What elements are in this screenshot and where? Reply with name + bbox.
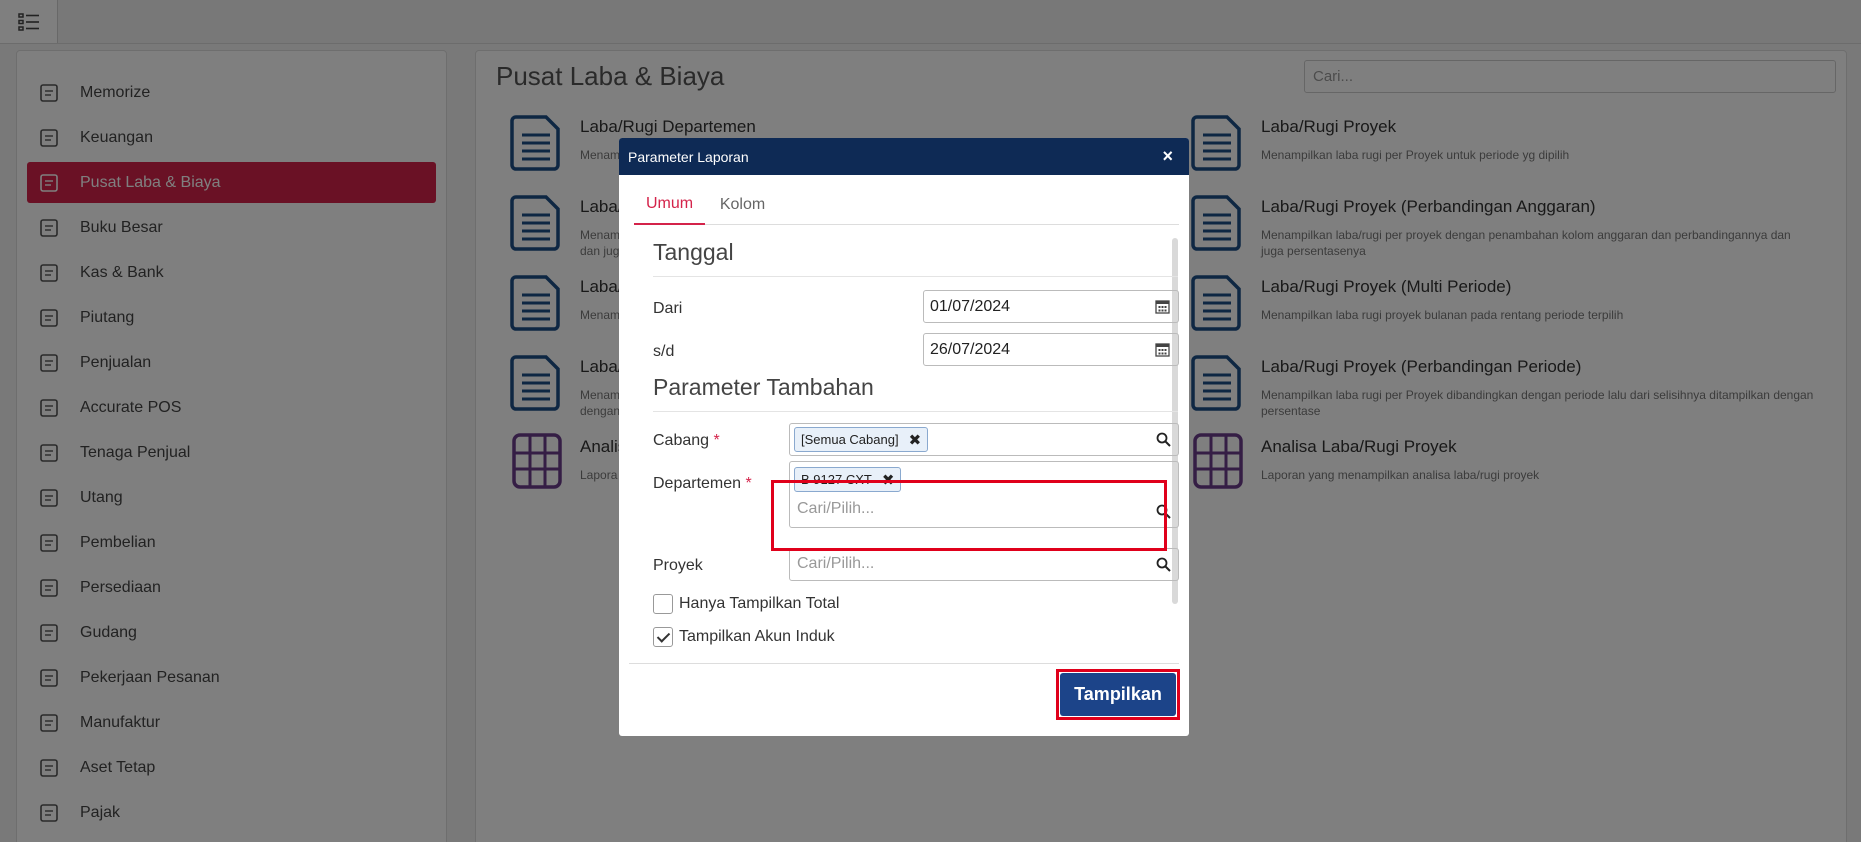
label-departemen-text: Departemen xyxy=(653,475,742,492)
divider xyxy=(653,276,1178,277)
required-mark: * xyxy=(745,475,752,492)
tampilkan-akun-induk-label: Tampilkan Akun Induk xyxy=(679,628,835,645)
date-from-value: 01/07/2024 xyxy=(930,297,1011,315)
label-dari: Dari xyxy=(653,300,683,317)
hanya-tampilkan-total-checkbox[interactable] xyxy=(653,594,673,614)
departemen-highlight xyxy=(771,480,1167,551)
search-icon[interactable] xyxy=(1156,557,1171,572)
proyek-select[interactable]: Cari/Pilih... xyxy=(789,548,1179,581)
label-sd: s/d xyxy=(653,343,675,360)
cabang-tag: [Semua Cabang] ✖ xyxy=(794,427,929,452)
dialog-title: Parameter Laporan xyxy=(628,148,749,165)
section-title-tanggal: Tanggal xyxy=(653,239,734,265)
proyek-search-placeholder[interactable]: Cari/Pilih... xyxy=(797,555,874,573)
date-from-input[interactable]: 01/07/2024 xyxy=(923,290,1179,323)
cabang-select[interactable]: [Semua Cabang] ✖ xyxy=(789,423,1179,456)
parameter-laporan-dialog: Parameter Laporan × Umum Kolom Tanggal D… xyxy=(619,138,1189,736)
tab-umum[interactable]: Umum xyxy=(634,185,705,225)
remove-tag-icon[interactable]: ✖ xyxy=(909,431,922,449)
divider xyxy=(653,411,1178,412)
tab-kolom[interactable]: Kolom xyxy=(705,185,780,225)
tampilkan-akun-induk-checkbox[interactable] xyxy=(653,627,673,647)
dialog-header: Parameter Laporan × xyxy=(619,138,1189,175)
dialog-body: Tanggal Dari 01/07/2024 s/d 26/07/2024 P… xyxy=(634,226,1179,664)
label-proyek: Proyek xyxy=(653,557,703,574)
label-departemen: Departemen * xyxy=(653,475,752,493)
close-icon[interactable]: × xyxy=(1162,146,1173,167)
label-cabang-text: Cabang xyxy=(653,432,710,449)
label-cabang: Cabang * xyxy=(653,432,720,450)
footer-divider xyxy=(629,663,1179,664)
required-mark: * xyxy=(713,432,720,449)
section-title-parameter: Parameter Tambahan xyxy=(653,374,874,400)
calendar-icon[interactable] xyxy=(1155,299,1170,314)
date-to-input[interactable]: 26/07/2024 xyxy=(923,333,1179,366)
search-icon[interactable] xyxy=(1156,432,1171,447)
tab-bar: Umum Kolom xyxy=(634,185,1179,225)
tampilkan-button[interactable]: Tampilkan xyxy=(1060,673,1176,716)
calendar-icon[interactable] xyxy=(1155,342,1170,357)
cabang-tag-label: [Semua Cabang] xyxy=(801,432,899,447)
hanya-tampilkan-total-label: Hanya Tampilkan Total xyxy=(679,595,840,612)
date-to-value: 26/07/2024 xyxy=(930,340,1011,358)
